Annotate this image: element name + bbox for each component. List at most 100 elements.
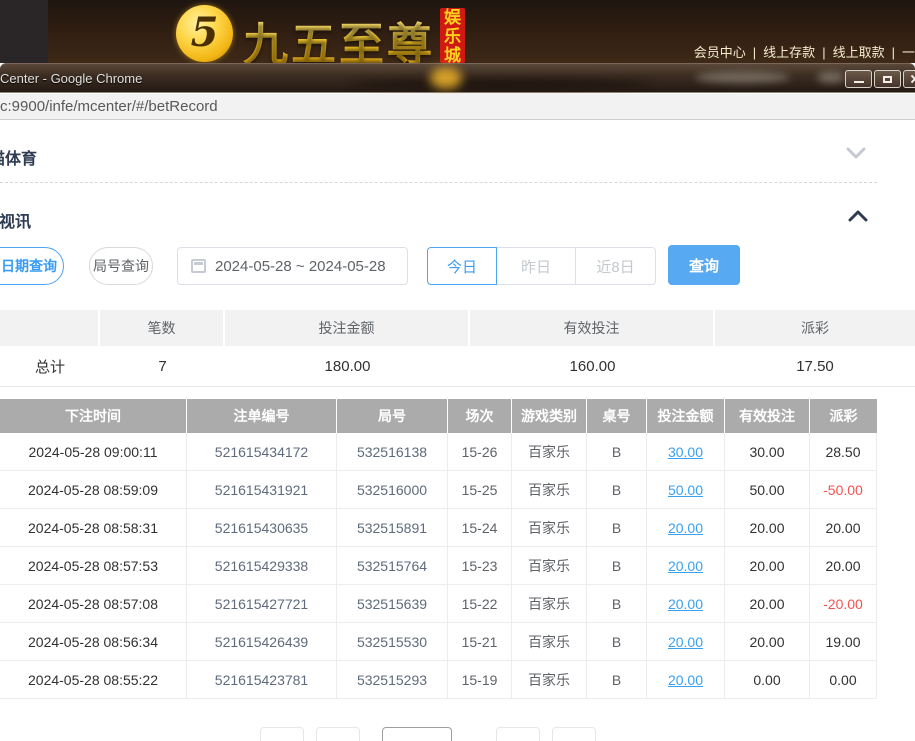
header-session: 场次 — [448, 399, 512, 433]
bet-id-cell: 521615434172 — [187, 433, 337, 471]
table-row: 2024-05-28 08:56:34521615426439532515530… — [0, 623, 877, 661]
close-button[interactable] — [903, 70, 915, 88]
round-id-cell: 532516000 — [337, 471, 448, 509]
valid-bet-cell: 20.00 — [725, 509, 810, 547]
game-type-cell: 百家乐 — [512, 623, 587, 661]
nav-link-deposit[interactable]: 线上存款 — [763, 45, 815, 60]
table-row: 2024-05-28 08:58:31521615430635532515891… — [0, 509, 877, 547]
summary-header-row: 笔数 投注金额 有效投注 派彩 — [0, 310, 915, 346]
address-bar[interactable]: c:9900/infe/mcenter/#/betRecord — [0, 94, 915, 120]
bet-amount-link[interactable]: 20.00 — [668, 558, 703, 574]
nav-link-member-center[interactable]: 会员中心 — [694, 45, 746, 60]
chevron-up-icon[interactable] — [848, 210, 868, 222]
session-cell: 15-23 — [448, 547, 512, 585]
section-video-title[interactable]: 视讯 — [0, 208, 31, 232]
header-bet-amount: 投注金额 — [647, 399, 725, 433]
screen: 5 九五至尊 娱 乐 城 会员中心|线上存款|线上取款|一 Center - G… — [0, 0, 915, 741]
nav-link-cut[interactable]: 一 — [902, 45, 915, 60]
bet-time-cell: 2024-05-28 08:59:09 — [0, 471, 187, 509]
bet-time-cell: 2024-05-28 08:58:31 — [0, 509, 187, 547]
quick-filter-last8days[interactable]: 近8日 — [575, 247, 656, 285]
header-payout: 派彩 — [810, 399, 877, 433]
site-header: 5 九五至尊 娱 乐 城 会员中心|线上存款|线上取款|一 — [0, 0, 915, 63]
summary-header-blank — [0, 310, 100, 346]
table-row: 2024-05-28 08:57:08521615427721532515639… — [0, 585, 877, 623]
search-button[interactable]: 查询 — [668, 245, 740, 285]
bet-time-cell: 2024-05-28 08:57:08 — [0, 585, 187, 623]
bet-id-cell: 521615429338 — [187, 547, 337, 585]
round-query-tab[interactable]: 局号查询 — [89, 247, 153, 285]
section-sports-title[interactable]: 猫体育 — [0, 145, 37, 169]
pagination-button[interactable] — [496, 727, 540, 741]
table-row: 2024-05-28 08:59:09521615431921532516000… — [0, 471, 877, 509]
header-bet-id: 注单编号 — [187, 399, 337, 433]
valid-bet-cell: 20.00 — [725, 623, 810, 661]
bet-table-header-row: 下注时间 注单编号 局号 场次 游戏类别 桌号 投注金额 有效投注 派彩 — [0, 399, 877, 433]
pagination-button[interactable] — [316, 727, 360, 741]
bet-amount-cell: 50.00 — [647, 471, 725, 509]
bet-time-cell: 2024-05-28 08:57:53 — [0, 547, 187, 585]
header-valid-bet: 有效投注 — [725, 399, 810, 433]
valid-bet-cell: 50.00 — [725, 471, 810, 509]
bet-id-cell: 521615431921 — [187, 471, 337, 509]
bet-amount-link[interactable]: 50.00 — [668, 482, 703, 498]
quick-filter-yesterday[interactable]: 昨日 — [496, 247, 576, 285]
bet-time-cell: 2024-05-28 09:00:11 — [0, 433, 187, 471]
session-cell: 15-21 — [448, 623, 512, 661]
valid-bet-cell: 20.00 — [725, 547, 810, 585]
bet-amount-link[interactable]: 20.00 — [668, 596, 703, 612]
header-bet-time: 下注时间 — [0, 399, 187, 433]
valid-bet-cell: 0.00 — [725, 661, 810, 699]
game-type-cell: 百家乐 — [512, 547, 587, 585]
logo-coin-symbol: 5 — [191, 9, 219, 56]
bet-amount-link[interactable]: 30.00 — [668, 444, 703, 460]
header-round-id: 局号 — [337, 399, 448, 433]
minimize-button[interactable] — [845, 70, 872, 88]
summary-header-count: 笔数 — [100, 310, 225, 346]
blurred-redaction — [817, 72, 845, 83]
date-range-value: 2024-05-28 ~ 2024-05-28 — [215, 258, 386, 275]
chevron-down-icon[interactable] — [846, 147, 866, 159]
payout-cell: -50.00 — [810, 471, 877, 509]
corner-block — [0, 0, 48, 63]
table-no-cell: B — [587, 471, 647, 509]
logo-coin-icon: 5 — [176, 5, 233, 62]
nav-link-withdraw[interactable]: 线上取款 — [833, 45, 885, 60]
bet-time-cell: 2024-05-28 08:55:22 — [0, 661, 187, 699]
table-no-cell: B — [587, 623, 647, 661]
url-text: c:9900/infe/mcenter/#/betRecord — [0, 98, 218, 115]
game-type-cell: 百家乐 — [512, 585, 587, 623]
quick-filter-today[interactable]: 今日 — [427, 247, 497, 285]
maximize-button[interactable] — [874, 70, 901, 88]
date-query-tab[interactable]: 日期查询 — [0, 247, 64, 285]
bet-amount-link[interactable]: 20.00 — [668, 520, 703, 536]
bet-id-cell: 521615427721 — [187, 585, 337, 623]
pagination-button[interactable] — [382, 727, 452, 741]
pagination-button[interactable] — [260, 727, 304, 741]
valid-bet-cell: 30.00 — [725, 433, 810, 471]
session-cell: 15-26 — [448, 433, 512, 471]
payout-cell: -20.00 — [810, 585, 877, 623]
session-cell: 15-19 — [448, 661, 512, 699]
payout-cell: 20.00 — [810, 509, 877, 547]
window-titlebar[interactable]: Center - Google Chrome — [0, 63, 915, 93]
bet-amount-link[interactable]: 20.00 — [668, 672, 703, 688]
game-type-cell: 百家乐 — [512, 509, 587, 547]
logo-badge: 娱 乐 城 — [440, 8, 465, 63]
bet-amount-cell: 20.00 — [647, 547, 725, 585]
section-divider — [0, 182, 877, 183]
date-range-input[interactable]: 2024-05-28 ~ 2024-05-28 — [177, 247, 408, 285]
summary-table: 笔数 投注金额 有效投注 派彩 总计 7 180.00 160.00 17.50 — [0, 310, 915, 387]
payout-cell: 20.00 — [810, 547, 877, 585]
bet-amount-link[interactable]: 20.00 — [668, 634, 703, 650]
pagination-button[interactable] — [552, 727, 596, 741]
table-row: 2024-05-28 09:00:11521615434172532516138… — [0, 433, 877, 471]
bet-time-cell: 2024-05-28 08:56:34 — [0, 623, 187, 661]
badge-char: 娱 — [444, 8, 461, 27]
bet-id-cell: 521615430635 — [187, 509, 337, 547]
table-no-cell: B — [587, 585, 647, 623]
summary-header-bet-amount: 投注金额 — [225, 310, 470, 346]
round-id-cell: 532515293 — [337, 661, 448, 699]
valid-bet-cell: 20.00 — [725, 585, 810, 623]
summary-total-bet-amount: 180.00 — [225, 346, 470, 386]
